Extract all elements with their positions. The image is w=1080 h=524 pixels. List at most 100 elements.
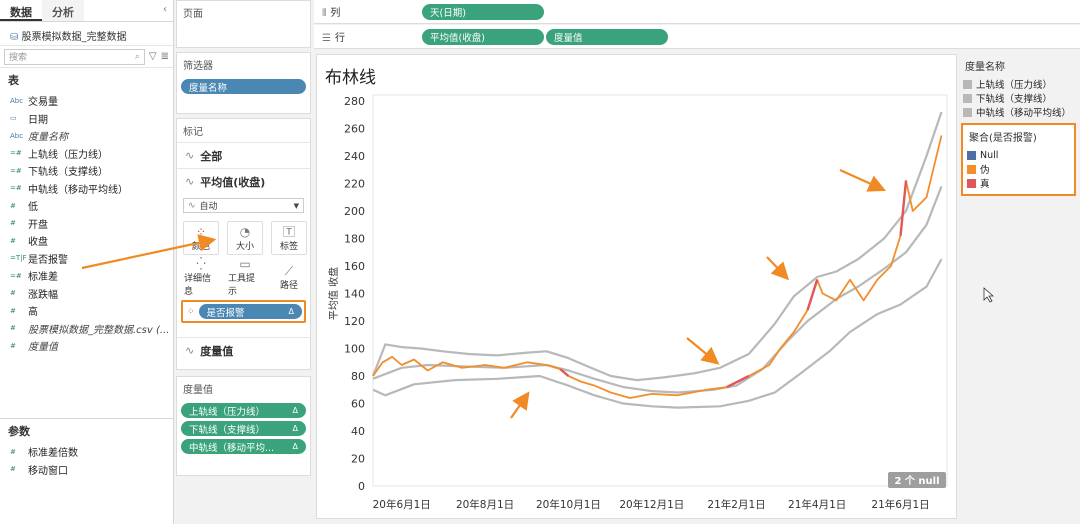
mark-type-dropdown[interactable]: ∿ 自动 ▼	[183, 198, 304, 213]
field-item[interactable]: Abc 交易量	[0, 92, 173, 110]
rows-pill-avg-close[interactable]: 平均值(收盘)	[422, 28, 544, 45]
field-item[interactable]: # 高	[0, 302, 173, 320]
path-button[interactable]: ⟋ 路径	[271, 260, 307, 294]
y-tick-label: 260	[344, 123, 365, 136]
y-tick-label: 120	[344, 315, 365, 328]
field-type-icon: =#	[10, 271, 22, 280]
field-label: 标准差	[28, 272, 58, 284]
path-label: 路径	[279, 280, 298, 291]
color-pill-highlight: ⁘ 是否报警 Δ	[181, 300, 306, 323]
search-input[interactable]: 搜索 ⌕	[4, 48, 145, 65]
measure-values-card: 度量值 上轨线（压力线） Δ 下轨线（支撑线） Δ 中轨线（移动平均... Δ	[176, 376, 311, 476]
field-label: 中轨线（移动平均线）	[28, 184, 128, 196]
field-item[interactable]: # 涨跌幅	[0, 285, 173, 303]
legend-swatch	[963, 107, 972, 117]
field-item[interactable]: # 收盘	[0, 232, 173, 250]
marks-avg-row[interactable]: ∿ 平均值(收盘)	[177, 168, 310, 194]
field-label: 度量值	[28, 342, 58, 354]
tab-analysis[interactable]: 分析	[42, 0, 84, 21]
field-label: 开盘	[28, 219, 48, 231]
legend-item[interactable]: 下轨线（支撑线）	[959, 91, 1080, 105]
worksheet: 布林线 0 20 40 60 80 100 120 140 160 180 200 220 240 260…	[316, 54, 957, 519]
legend-label: Null	[980, 149, 999, 161]
tab-data[interactable]: 数据	[0, 0, 42, 21]
datasource-item[interactable]: ⛁ 股票模拟数据_完整数据	[0, 22, 173, 46]
field-item[interactable]: # 低	[0, 197, 173, 215]
tooltip-icon: ▭	[239, 257, 251, 271]
cards-column: 页面 筛选器 度量名称 标记 ∿ 全部 ∿ 平均值(收盘) ∿ 自动 ▼ ⁘ 颜色 ◔…	[176, 0, 312, 524]
rows-shelf[interactable]: ☰ 行 平均值(收盘) 度量值	[314, 25, 1080, 49]
mark-buttons: ⁘ 颜色 ◔ 大小 🅃 标签 ⁛ 详细信息 ▭ 工具提示 ⟋ 路径	[177, 217, 310, 298]
filters-title: 筛选器	[183, 61, 213, 72]
pages-card[interactable]: 页面	[176, 0, 311, 48]
null-badge: 2 个 null	[894, 474, 939, 487]
field-item[interactable]: =# 下轨线（支撑线）	[0, 162, 173, 180]
field-item[interactable]: # 股票模拟数据_完整数据.csv (...	[0, 320, 173, 338]
y-tick-label: 0	[358, 480, 365, 493]
field-item[interactable]: =# 标准差	[0, 267, 173, 285]
field-item[interactable]: # 开盘	[0, 215, 173, 233]
search-placeholder: 搜索	[9, 53, 28, 63]
legend-item[interactable]: Null	[963, 148, 1074, 162]
series-line	[372, 258, 943, 409]
legend-label: 下轨线（支撑线）	[976, 94, 1053, 105]
field-type-icon: #	[10, 306, 16, 315]
path-icon: ⟋	[284, 263, 294, 278]
bollinger-chart[interactable]: 0 20 40 60 80 100 120 140 160 180 200 220 240 260 280 平…	[317, 55, 958, 520]
collapse-pane-icon[interactable]: ‹	[157, 0, 173, 21]
filter-icon[interactable]: ▽	[149, 51, 157, 62]
mv-pill-middle[interactable]: 中轨线（移动平均... Δ	[181, 439, 306, 454]
field-item[interactable]: =# 中轨线（移动平均线）	[0, 180, 173, 198]
rows-label: 行	[334, 33, 345, 44]
marks-avg-label: 平均值(收盘)	[200, 175, 266, 189]
color-pill-alert[interactable]: 是否报警 Δ	[198, 304, 302, 319]
label-button[interactable]: 🅃 标签	[271, 221, 307, 255]
alert-segment	[899, 180, 908, 236]
rows-pill-measure-values[interactable]: 度量值	[546, 28, 668, 45]
field-type-icon: =#	[10, 149, 22, 158]
field-label: 上轨线（压力线）	[28, 149, 108, 161]
field-type-icon: #	[10, 219, 16, 228]
field-item[interactable]: Abc 度量名称	[0, 127, 173, 145]
size-icon: ◔	[239, 224, 251, 239]
parameter-item[interactable]: # 标准差倍数	[0, 443, 173, 461]
marks-measure-values-row[interactable]: ∿ 度量值	[177, 337, 310, 363]
field-item[interactable]: # 度量值	[0, 337, 173, 355]
y-tick-label: 60	[351, 398, 365, 411]
marks-all-row[interactable]: ∿ 全部	[177, 142, 310, 168]
view-options-icon[interactable]: ≣	[161, 51, 169, 62]
series-line	[371, 111, 943, 382]
tooltip-button[interactable]: ▭ 工具提示	[227, 257, 263, 297]
legend-swatch	[963, 93, 972, 103]
filter-pill-measure-names[interactable]: 度量名称	[181, 79, 306, 94]
field-item[interactable]: =T|F 是否报警	[0, 250, 173, 268]
alert-legend-box: 聚合(是否报警) Null 伪真	[961, 123, 1076, 196]
marks-card: 标记 ∿ 全部 ∿ 平均值(收盘) ∿ 自动 ▼ ⁘ 颜色 ◔ 大小 🅃 标签 ⁛ 详细信息…	[176, 118, 311, 370]
size-button[interactable]: ◔ 大小	[227, 221, 263, 255]
x-tick-label: 21年2月1日	[707, 498, 765, 511]
legend-label: 上轨线（压力线）	[976, 80, 1053, 91]
delta-icon: Δ	[292, 442, 298, 451]
parameter-type-icon: #	[10, 447, 16, 456]
detail-button[interactable]: ⁛ 详细信息	[183, 257, 219, 297]
field-item[interactable]: ▭ 日期	[0, 110, 173, 128]
legend-item[interactable]: 中轨线（移动平均线）	[959, 105, 1080, 119]
legend-item[interactable]: 伪	[963, 162, 1074, 176]
mv-pill-upper[interactable]: 上轨线（压力线） Δ	[181, 403, 306, 418]
series-line	[372, 135, 943, 399]
parameter-label: 标准差倍数	[28, 448, 78, 460]
legend-item[interactable]: 上轨线（压力线）	[959, 77, 1080, 91]
legend-item[interactable]: 真	[963, 176, 1074, 190]
field-label: 度量名称	[28, 132, 68, 144]
parameter-item[interactable]: # 移动窗口	[0, 461, 173, 479]
mv-pill-lower[interactable]: 下轨线（支撑线） Δ	[181, 421, 306, 436]
legend-swatch	[967, 164, 976, 174]
field-type-icon: =#	[10, 184, 22, 193]
columns-shelf[interactable]: ⦀ 列 天(日期)	[314, 0, 1080, 24]
color-button[interactable]: ⁘ 颜色	[183, 221, 219, 255]
mouse-cursor-icon	[983, 287, 995, 303]
columns-pill-date[interactable]: 天(日期)	[422, 3, 544, 20]
field-item[interactable]: =# 上轨线（压力线）	[0, 145, 173, 163]
tooltip-label: 工具提示	[228, 274, 256, 297]
field-type-icon: #	[10, 341, 16, 350]
